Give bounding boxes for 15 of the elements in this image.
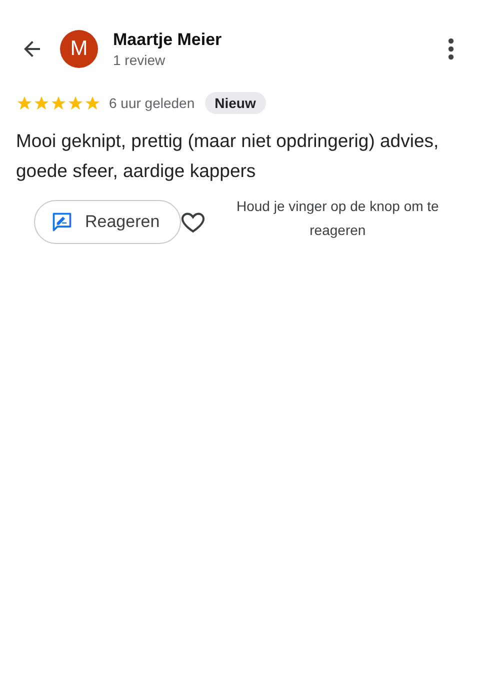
reviewer-name: Maartje Meier [113, 30, 223, 50]
star-icon [16, 94, 33, 112]
more-options-icon[interactable] [448, 38, 454, 60]
star-icon [33, 94, 50, 112]
star-icon [84, 94, 101, 112]
star-icon [67, 94, 84, 112]
review-time: 6 uur geleden [109, 95, 195, 111]
hint-text: Houd je vinger op de knop om te reageren [235, 197, 440, 240]
review-text: Mooi geknipt, prettig (maar niet opdringerig) advies, goede sfeer, aardige kappers [16, 129, 440, 183]
review-count: 1 review [113, 52, 166, 68]
reply-icon [51, 211, 73, 233]
new-badge: Nieuw [204, 92, 266, 114]
reply-button[interactable]: Reageren [34, 200, 181, 244]
avatar: M [60, 30, 98, 68]
star-icon [50, 94, 67, 112]
